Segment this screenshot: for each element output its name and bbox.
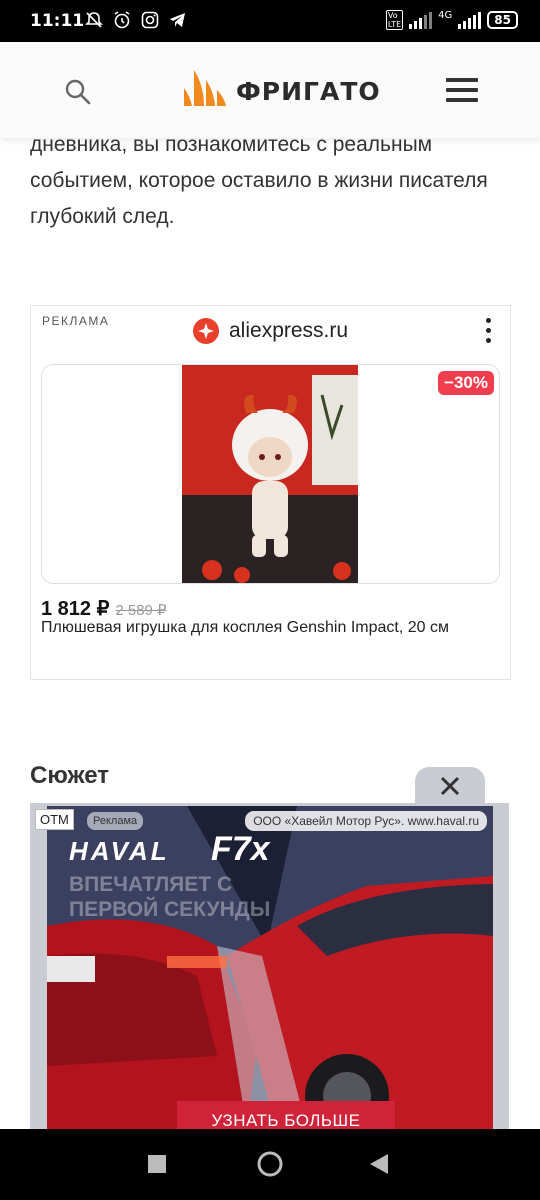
ad-label: РЕКЛАМА bbox=[42, 314, 110, 328]
learn-more-button[interactable]: УЗНАТЬ БОЛЬШЕ bbox=[177, 1101, 395, 1129]
close-icon[interactable] bbox=[415, 767, 485, 805]
banner-creative[interactable]: Реклама ООО «Хавейл Мотор Рус». www.hava… bbox=[47, 806, 493, 1129]
price-current: 1 812 ₽ bbox=[41, 598, 110, 620]
status-time: 11:11 bbox=[30, 11, 85, 31]
sticky-banner-ad[interactable]: ОТМ Реклама ООО «Хавейл Мотор Рус». www.… bbox=[30, 803, 509, 1129]
home-icon[interactable] bbox=[256, 1150, 284, 1178]
notification-icons bbox=[84, 10, 188, 30]
back-icon[interactable] bbox=[370, 1154, 388, 1174]
product-image bbox=[182, 365, 358, 583]
ad-block[interactable]: РЕКЛАМА aliexpress.ru −30% 1 812 ₽ 2 589… bbox=[30, 305, 511, 680]
system-nav-bar bbox=[0, 1129, 540, 1200]
banner-ad-tag: Реклама bbox=[87, 812, 144, 830]
banner-close-button[interactable] bbox=[415, 767, 485, 805]
frigato-logo-icon bbox=[184, 70, 226, 106]
site-logo[interactable]: ФРИГАТО bbox=[182, 66, 381, 106]
ad-brand[interactable]: aliexpress.ru bbox=[193, 318, 348, 344]
bell-off-icon bbox=[85, 12, 103, 28]
price-old: 2 589 ₽ bbox=[115, 602, 167, 619]
more-options-icon[interactable] bbox=[486, 318, 492, 348]
banner-slogan: ВПЕЧАТЛЯЕТ С ПЕРВОЙ СЕКУНДЫ bbox=[69, 873, 271, 921]
battery-indicator: 85 bbox=[487, 11, 518, 29]
signal-icon-2 bbox=[458, 11, 482, 29]
banner-brand: HAVAL bbox=[69, 836, 170, 866]
site-header: ФРИГАТО bbox=[0, 42, 540, 138]
instagram-icon bbox=[141, 11, 159, 29]
article-paragraph: дневника, вы познакомитесь с реальным со… bbox=[30, 133, 488, 228]
ad-brand-name: aliexpress.ru bbox=[229, 319, 349, 342]
signal-icon bbox=[409, 11, 433, 29]
alarm-icon bbox=[114, 11, 130, 29]
aliexpress-logo-icon bbox=[193, 318, 219, 344]
search-icon[interactable] bbox=[64, 78, 92, 106]
status-right: Vo LTE 4G 85 bbox=[385, 9, 518, 30]
ad-product-card[interactable]: −30% bbox=[41, 364, 500, 584]
ad-price: 1 812 ₽ 2 589 ₽ bbox=[41, 596, 167, 621]
section-heading: Сюжет bbox=[30, 762, 109, 789]
ad-product-title[interactable]: Плюшевая игрушка для косплея Genshin Imp… bbox=[41, 619, 449, 637]
logo-text: ФРИГАТО bbox=[236, 77, 381, 106]
hamburger-menu-icon[interactable] bbox=[446, 78, 478, 104]
banner-advertiser[interactable]: ООО «Хавейл Мотор Рус». www.haval.ru bbox=[245, 811, 487, 831]
banner-otm-label: ОТМ bbox=[35, 809, 74, 830]
discount-badge: −30% bbox=[438, 371, 494, 395]
volte-icon: Vo LTE bbox=[385, 10, 404, 30]
banner-model: F7x bbox=[211, 830, 270, 868]
status-bar: 11:11 Vo LTE 4G 85 bbox=[0, 0, 540, 42]
network-type: 4G bbox=[438, 9, 453, 21]
recents-icon[interactable] bbox=[148, 1155, 166, 1173]
telegram-icon bbox=[170, 13, 185, 27]
